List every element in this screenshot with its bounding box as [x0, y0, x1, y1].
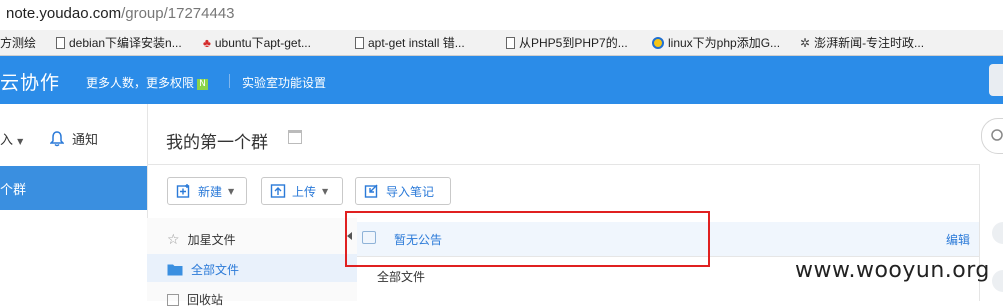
bookmark-item[interactable]: linux下为php添加G... [652, 34, 780, 51]
highlight-box [345, 211, 710, 267]
page-title: 我的第一个群 [166, 133, 268, 153]
caret-down-icon: ▼ [228, 186, 235, 196]
page-icon [506, 36, 515, 49]
star-icon: ☆ [167, 231, 180, 248]
search-icon [991, 129, 1003, 141]
bookmark-item[interactable]: ♣ ubuntu下apt-get... [203, 34, 311, 51]
url-host: note.youdao.com [6, 5, 122, 22]
header-divider [229, 74, 230, 88]
sidebar-item-group[interactable]: 个群 [0, 166, 147, 210]
pengpai-icon: ✲ [800, 35, 811, 50]
bookmark-item[interactable]: 从PHP5到PHP7的... [506, 34, 628, 51]
watermark: www.wooyun.org [795, 258, 990, 283]
enter-menu[interactable]: 入 ▼ [0, 129, 23, 148]
browser-globe-icon [652, 36, 664, 49]
page-icon [56, 36, 65, 49]
list-header: 全部文件 [377, 270, 426, 284]
bookmark-item[interactable]: debian下编译安装n... [56, 34, 182, 51]
import-notes-button[interactable]: 导入笔记 [355, 177, 451, 205]
upload-icon [270, 184, 286, 198]
bookmarks-bar: 方测绘 debian下编译安装n... ♣ ubuntu下apt-get... a… [0, 30, 1003, 56]
bell-icon [50, 130, 64, 146]
url-text[interactable]: note.youdao.com/group/17274443 [6, 5, 235, 22]
url-path: /group/17274443 [121, 5, 235, 22]
calendar-icon[interactable] [288, 130, 302, 144]
nav-all-files[interactable]: 全部文件 [167, 261, 239, 278]
avatar[interactable] [989, 64, 1003, 96]
upgrade-link[interactable]: 更多人数，更多权限 N [86, 74, 209, 91]
search-button[interactable] [981, 118, 1003, 154]
new-file-icon [176, 184, 190, 198]
title-divider [147, 164, 979, 165]
nav-starred[interactable]: ☆ 加星文件 [167, 231, 236, 248]
new-button[interactable]: 新建 ▼ [167, 177, 247, 205]
notification-button[interactable]: 通知 [50, 129, 98, 148]
bookmark-item[interactable]: apt-get install 错... [355, 34, 465, 51]
lab-settings-link[interactable]: 实验室功能设置 [242, 74, 326, 91]
upload-button[interactable]: 上传 ▼ [261, 177, 343, 205]
import-icon [364, 184, 378, 198]
trash-icon [167, 293, 179, 306]
weibo-icon: ♣ [203, 35, 211, 50]
bookmark-item[interactable]: 方测绘 [0, 34, 36, 51]
address-bar[interactable]: note.youdao.com/group/17274443 [0, 0, 1003, 31]
bookmark-item[interactable]: ✲ 澎湃新闻-专注时政... [800, 34, 924, 51]
caret-down-icon: ▼ [322, 186, 329, 196]
folder-icon [167, 264, 183, 276]
nav-trash[interactable]: 回收站 [167, 291, 223, 308]
new-badge: N [197, 79, 209, 90]
caret-down-icon: ▼ [17, 137, 24, 146]
sidebar: 入 ▼ 通知 个群 [0, 104, 148, 301]
brand-title[interactable]: 云协作 [0, 68, 60, 95]
edit-announcement-link[interactable]: 编辑 [946, 231, 970, 248]
page-icon [355, 36, 364, 49]
app-header: 云协作 更多人数，更多权限 N 实验室功能设置 [0, 56, 1003, 104]
